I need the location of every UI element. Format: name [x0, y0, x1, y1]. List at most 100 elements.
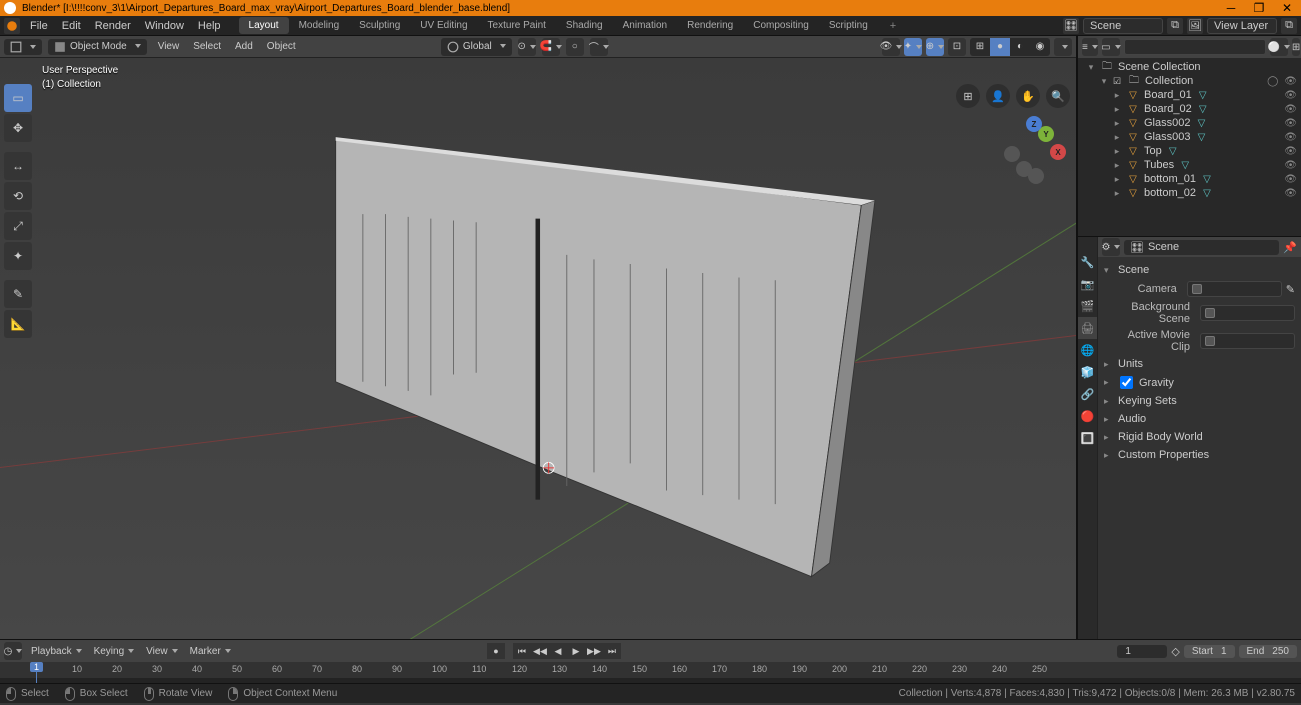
- tool-move[interactable]: ↔: [4, 152, 32, 180]
- workspace-compositing[interactable]: Compositing: [743, 17, 819, 34]
- jump-keyframe-icon[interactable]: ◇: [1171, 645, 1179, 658]
- visibility-icon[interactable]: 👁: [1284, 188, 1297, 199]
- gizmo-toggle[interactable]: ✦: [904, 38, 922, 56]
- section-audio[interactable]: ▸Audio: [1104, 410, 1295, 428]
- workspace-modeling[interactable]: Modeling: [289, 17, 350, 34]
- workspace-scripting[interactable]: Scripting: [819, 17, 878, 34]
- shading-options[interactable]: [1054, 38, 1072, 56]
- visibility-icon[interactable]: 👁: [1284, 104, 1297, 115]
- tool-rotate[interactable]: ⟲: [4, 182, 32, 210]
- tree-item[interactable]: ▸▽Board_01▽👁: [1078, 88, 1301, 102]
- menu-render[interactable]: Render: [89, 18, 137, 34]
- keyframe-prev-button[interactable]: ◀◀: [531, 643, 549, 659]
- outliner-tree[interactable]: ▾ 🗀 Scene Collection ▾ ☑ 🗀 Collection ◯👁…: [1078, 58, 1301, 202]
- visibility-icon[interactable]: 👁: [1284, 146, 1297, 157]
- section-rigid[interactable]: ▸Rigid Body World: [1104, 428, 1295, 446]
- timeline-menu-view[interactable]: View: [141, 644, 183, 659]
- viewlayer-selector[interactable]: View Layer: [1207, 18, 1277, 34]
- add-workspace-button[interactable]: +: [882, 20, 904, 32]
- tool-transform[interactable]: ✦: [4, 242, 32, 270]
- eyedropper-icon[interactable]: ✎: [1286, 283, 1295, 296]
- clip-field[interactable]: [1200, 333, 1295, 349]
- playhead[interactable]: 1: [36, 662, 37, 683]
- shading-wireframe[interactable]: ⊞: [970, 38, 990, 56]
- properties-breadcrumb[interactable]: 🎛 Scene: [1124, 240, 1279, 255]
- properties-editor-type[interactable]: ⚙: [1102, 238, 1120, 256]
- snap-toggle[interactable]: 🧲: [542, 38, 560, 56]
- viewport-3d[interactable]: User Perspective (1) Collection ▭✥↔⟲⤢✦✎📐…: [0, 58, 1076, 639]
- viewport-menu-select[interactable]: Select: [188, 39, 226, 54]
- tree-collection[interactable]: ▾ ☑ 🗀 Collection ◯👁: [1078, 74, 1301, 88]
- shading-lookdev[interactable]: ◐: [1010, 38, 1030, 56]
- viewlayer-icon[interactable]: 🖼: [1187, 18, 1203, 34]
- new-viewlayer-button[interactable]: ⧉: [1281, 18, 1297, 34]
- exclude-icon[interactable]: ◯: [1267, 76, 1278, 87]
- gravity-checkbox[interactable]: [1120, 376, 1133, 389]
- visibility-icon[interactable]: 👁: [1284, 76, 1297, 87]
- properties-tab-4[interactable]: 🌐: [1078, 339, 1097, 361]
- properties-tab-0[interactable]: 🔧: [1078, 251, 1097, 273]
- visibility-icon[interactable]: 👁: [1284, 160, 1297, 171]
- tree-item[interactable]: ▸▽Board_02▽👁: [1078, 102, 1301, 116]
- viewport-menu-object[interactable]: Object: [262, 39, 301, 54]
- camera-field[interactable]: [1187, 281, 1282, 297]
- menu-window[interactable]: Window: [139, 18, 190, 34]
- scene-selector[interactable]: Scene: [1083, 18, 1163, 34]
- outliner-filter[interactable]: ⚪: [1270, 38, 1288, 56]
- proportional-falloff[interactable]: ⌒: [590, 38, 608, 56]
- axis-neg-z[interactable]: [1028, 168, 1044, 184]
- close-button[interactable]: ✕: [1277, 1, 1297, 15]
- timeline-track[interactable]: 0102030405060708090100110120130140150160…: [0, 662, 1301, 683]
- pin-icon[interactable]: 📌: [1283, 241, 1297, 254]
- tool-measure[interactable]: 📐: [4, 310, 32, 338]
- section-scene[interactable]: ▾Scene: [1104, 261, 1295, 279]
- properties-tab-7[interactable]: 🔴: [1078, 405, 1097, 427]
- outliner-editor-type[interactable]: ≡: [1082, 38, 1098, 56]
- autokey-toggle[interactable]: ●: [487, 643, 505, 659]
- properties-tab-8[interactable]: 🔳: [1078, 427, 1097, 449]
- perspective-icon[interactable]: 👤: [986, 84, 1010, 108]
- tool-scale[interactable]: ⤢: [4, 212, 32, 240]
- properties-tab-5[interactable]: 🧊: [1078, 361, 1097, 383]
- section-gravity[interactable]: ▸Gravity: [1104, 373, 1295, 392]
- visibility-icon[interactable]: 👁: [1284, 132, 1297, 143]
- new-scene-button[interactable]: ⧉: [1167, 18, 1183, 34]
- blender-menu-icon[interactable]: [4, 18, 20, 34]
- tree-item[interactable]: ▸▽Glass003▽👁: [1078, 130, 1301, 144]
- workspace-uv-editing[interactable]: UV Editing: [410, 17, 477, 34]
- timeline-menu-keying[interactable]: Keying: [89, 644, 140, 659]
- play-button[interactable]: ▶: [567, 643, 585, 659]
- tree-scene-collection[interactable]: ▾ 🗀 Scene Collection: [1078, 60, 1301, 74]
- viewport-menu-add[interactable]: Add: [230, 39, 258, 54]
- tool-annotate[interactable]: ✎: [4, 280, 32, 308]
- section-keying[interactable]: ▸Keying Sets: [1104, 392, 1295, 410]
- properties-tab-3[interactable]: 🖨: [1078, 317, 1097, 339]
- properties-tab-1[interactable]: 📷: [1078, 273, 1097, 295]
- visibility-icon[interactable]: 👁: [1284, 90, 1297, 101]
- menu-file[interactable]: File: [24, 18, 54, 34]
- menu-edit[interactable]: Edit: [56, 18, 87, 34]
- jump-end-button[interactable]: ⏭: [603, 643, 621, 659]
- current-frame-field[interactable]: 1: [1117, 645, 1167, 658]
- outliner-display-mode[interactable]: ▭: [1102, 38, 1120, 56]
- outliner-search[interactable]: [1124, 39, 1266, 55]
- timeline-editor-type[interactable]: ◷: [4, 642, 22, 660]
- menu-help[interactable]: Help: [192, 18, 227, 34]
- play-reverse-button[interactable]: ◀: [549, 643, 567, 659]
- properties-tab-2[interactable]: 🎬: [1078, 295, 1097, 317]
- workspace-texture-paint[interactable]: Texture Paint: [478, 17, 556, 34]
- pan-icon[interactable]: ✋: [1016, 84, 1040, 108]
- workspace-rendering[interactable]: Rendering: [677, 17, 743, 34]
- tree-item[interactable]: ▸▽Tubes▽👁: [1078, 158, 1301, 172]
- timeline-menu-playback[interactable]: Playback: [26, 644, 87, 659]
- minimize-button[interactable]: ─: [1221, 1, 1241, 15]
- visibility-dropdown[interactable]: 👁: [882, 38, 900, 56]
- visibility-icon[interactable]: 👁: [1284, 174, 1297, 185]
- maximize-button[interactable]: ❐: [1249, 1, 1269, 15]
- scene-icon[interactable]: 🎛: [1063, 18, 1079, 34]
- tool-select-box[interactable]: ▭: [4, 84, 32, 112]
- zoom-icon[interactable]: 🔍: [1046, 84, 1070, 108]
- axis-gizmo[interactable]: X Y Z: [998, 116, 1070, 188]
- pivot-dropdown[interactable]: ⊙: [518, 38, 536, 56]
- section-custom[interactable]: ▸Custom Properties: [1104, 446, 1295, 464]
